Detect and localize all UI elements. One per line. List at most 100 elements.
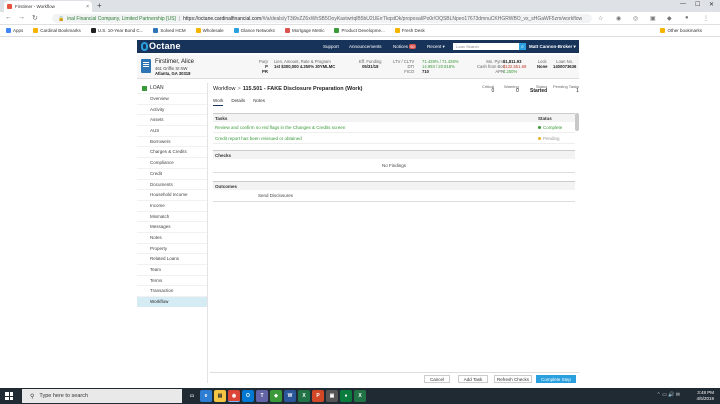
- new-tab-button[interactable]: +: [97, 1, 102, 10]
- status-dot-icon: [538, 125, 541, 129]
- extension-icon[interactable]: ▣: [650, 15, 656, 22]
- browser-tab[interactable]: Firstimer - Workflow ×: [4, 1, 92, 12]
- app-icon[interactable]: ●: [340, 390, 352, 402]
- sidebar-item-household-income[interactable]: Household Income: [137, 189, 207, 200]
- bookmark-solved-hcm[interactable]: Solved HCM: [153, 28, 186, 33]
- sidebar-item-messages[interactable]: Messages: [137, 221, 207, 232]
- tab-close-icon[interactable]: ×: [86, 4, 89, 10]
- extension-icon[interactable]: ◆: [667, 15, 672, 22]
- loan-number-info: Loan No. 1400073636: [553, 59, 577, 69]
- app-icon[interactable]: ▣: [326, 390, 338, 402]
- payment-labels: Mo. Pymt Cash from Bor APR: [477, 59, 504, 74]
- sidebar-item-documents[interactable]: Documents: [137, 178, 207, 190]
- app-icon[interactable]: ◆: [270, 390, 282, 402]
- profile-icon[interactable]: ●: [685, 15, 689, 21]
- bookmark-glance[interactable]: Glance Networks: [233, 28, 275, 33]
- sidebar-item-borrowers[interactable]: Borrowers: [137, 135, 207, 147]
- loan-search-input[interactable]: Loan Search: [453, 43, 519, 50]
- checkbox-icon: [142, 85, 147, 91]
- sidebar-item-activity[interactable]: Activity: [137, 103, 207, 115]
- bookmark-cardinal[interactable]: Cardinal Bookmarks: [33, 28, 81, 33]
- sidebar-item-income[interactable]: Income: [137, 199, 207, 211]
- search-icon[interactable]: ⌕: [519, 43, 526, 50]
- announcements-link[interactable]: Announcements: [349, 44, 382, 49]
- octane-logo[interactable]: Octane: [141, 41, 181, 51]
- teams-icon[interactable]: T: [256, 390, 268, 402]
- support-link[interactable]: Support: [323, 44, 339, 49]
- no-findings-text: No Findings: [213, 159, 575, 173]
- close-window-button[interactable]: ✕: [709, 1, 714, 8]
- document-icon: [141, 59, 151, 73]
- sidebar-item-compliance[interactable]: Compliance: [137, 157, 207, 168]
- sidebar-item-workflow[interactable]: Workflow: [137, 296, 207, 307]
- tab-work[interactable]: Work: [213, 98, 224, 106]
- sidebar-item-credit[interactable]: Credit: [137, 167, 207, 179]
- url-input[interactable]: 🔒 inal Financial Company, Limited Partne…: [52, 14, 592, 23]
- excel-icon[interactable]: X: [298, 390, 310, 402]
- bookmark-icon: [153, 28, 159, 33]
- bookmark-product[interactable]: Product Developme...: [334, 28, 385, 33]
- sidebar-item-related-loans[interactable]: Related Loans: [137, 253, 207, 264]
- other-bookmarks[interactable]: Other bookmarks: [660, 28, 702, 33]
- tab-notes[interactable]: Notes: [253, 98, 265, 106]
- bookmark-apps[interactable]: Apps: [6, 28, 23, 33]
- complete-step-button[interactable]: Complete Step: [536, 375, 576, 383]
- excel-icon[interactable]: X: [354, 390, 366, 402]
- taskbar-clock[interactable]: 3:48 PM 4/5/2019: [696, 390, 714, 402]
- task-link[interactable]: Credit report has been reissued or obtai…: [215, 136, 302, 141]
- sidebar-item-transaction[interactable]: Transaction: [137, 285, 207, 296]
- task-link[interactable]: Review and confirm no red flags in the C…: [215, 125, 345, 130]
- refresh-checks-button[interactable]: Refresh Checks: [494, 375, 532, 383]
- windows-start-icon[interactable]: [5, 392, 13, 400]
- extension-icon[interactable]: ◎: [633, 15, 638, 22]
- reload-icon[interactable]: ↻: [32, 14, 38, 22]
- sidebar-item-team[interactable]: Team: [137, 264, 207, 275]
- status-dot-icon: [538, 136, 541, 140]
- sidebar-section-loan[interactable]: LOAN: [137, 83, 207, 93]
- sidebar-item-mismatch[interactable]: Mismatch: [137, 210, 207, 222]
- apps-icon: [6, 28, 11, 33]
- borrower-info: Firstimer, Alice 461 Griffin St NW Atlan…: [155, 59, 194, 76]
- maximize-button[interactable]: ☐: [695, 1, 700, 8]
- minimize-button[interactable]: —: [680, 1, 686, 7]
- scrollbar[interactable]: [575, 113, 579, 131]
- sidebar-item-charges-credits[interactable]: Charges & Credits: [137, 146, 207, 157]
- task-view-icon[interactable]: ▭: [186, 390, 198, 402]
- outcome-send-disclosures[interactable]: Send Disclosures: [213, 190, 575, 202]
- bookmark-wholesale[interactable]: Wholesale: [195, 28, 224, 33]
- ie-icon[interactable]: e: [200, 390, 212, 402]
- extension-icon[interactable]: ◉: [616, 15, 621, 22]
- borrower-name[interactable]: Firstimer, Alice: [155, 59, 194, 66]
- notices-link[interactable]: Notices 50: [393, 44, 416, 49]
- sidebar-item-terms[interactable]: Terms: [137, 274, 207, 286]
- outlook-icon[interactable]: O: [242, 390, 254, 402]
- user-menu[interactable]: Matt Cannon-Broker ▾: [529, 44, 576, 50]
- system-tray-icons[interactable]: ⌃ ▭ 🔊 ✉: [657, 392, 681, 398]
- sidebar-item-notes[interactable]: Notes: [137, 231, 207, 243]
- tab-details[interactable]: Details: [231, 98, 245, 106]
- forward-icon[interactable]: →: [18, 14, 25, 21]
- sidebar-item-assets[interactable]: Assets: [137, 114, 207, 125]
- file-explorer-icon[interactable]: ▤: [214, 390, 226, 402]
- menu-icon[interactable]: ⋮: [703, 15, 709, 22]
- bookmark-fresh-desk[interactable]: Fresh Desk: [394, 28, 425, 33]
- logo-mark-icon: [141, 41, 148, 51]
- word-icon[interactable]: W: [284, 390, 296, 402]
- app-icon[interactable]: P: [312, 390, 324, 402]
- borrower-address2: Atlanta, GA 30318: [155, 71, 191, 76]
- bookmark-mortgage[interactable]: Mortgage Metric: [284, 28, 324, 33]
- back-icon[interactable]: ←: [5, 14, 12, 21]
- chrome-icon[interactable]: ◉: [228, 390, 240, 402]
- bookmark-bond[interactable]: U.S. 10-Year Bond C...: [90, 28, 143, 33]
- critical-count: Critical 0: [482, 84, 495, 94]
- sidebar-item-property[interactable]: Property: [137, 242, 207, 254]
- star-icon[interactable]: ☆: [598, 15, 603, 22]
- add-task-button[interactable]: Add Task: [458, 375, 488, 383]
- loan-banner: Firstimer, Alice 461 Griffin St NW Atlan…: [137, 55, 579, 79]
- cancel-button[interactable]: Cancel: [424, 375, 450, 383]
- sidebar-item-overview[interactable]: Overview: [137, 93, 207, 104]
- breadcrumb-workflow[interactable]: Workflow: [213, 86, 236, 92]
- sidebar-item-aus[interactable]: AUS: [137, 125, 207, 136]
- recent-menu[interactable]: Recent ▾: [427, 44, 445, 50]
- taskbar-search-input[interactable]: ⚲ Type here to search: [22, 389, 182, 403]
